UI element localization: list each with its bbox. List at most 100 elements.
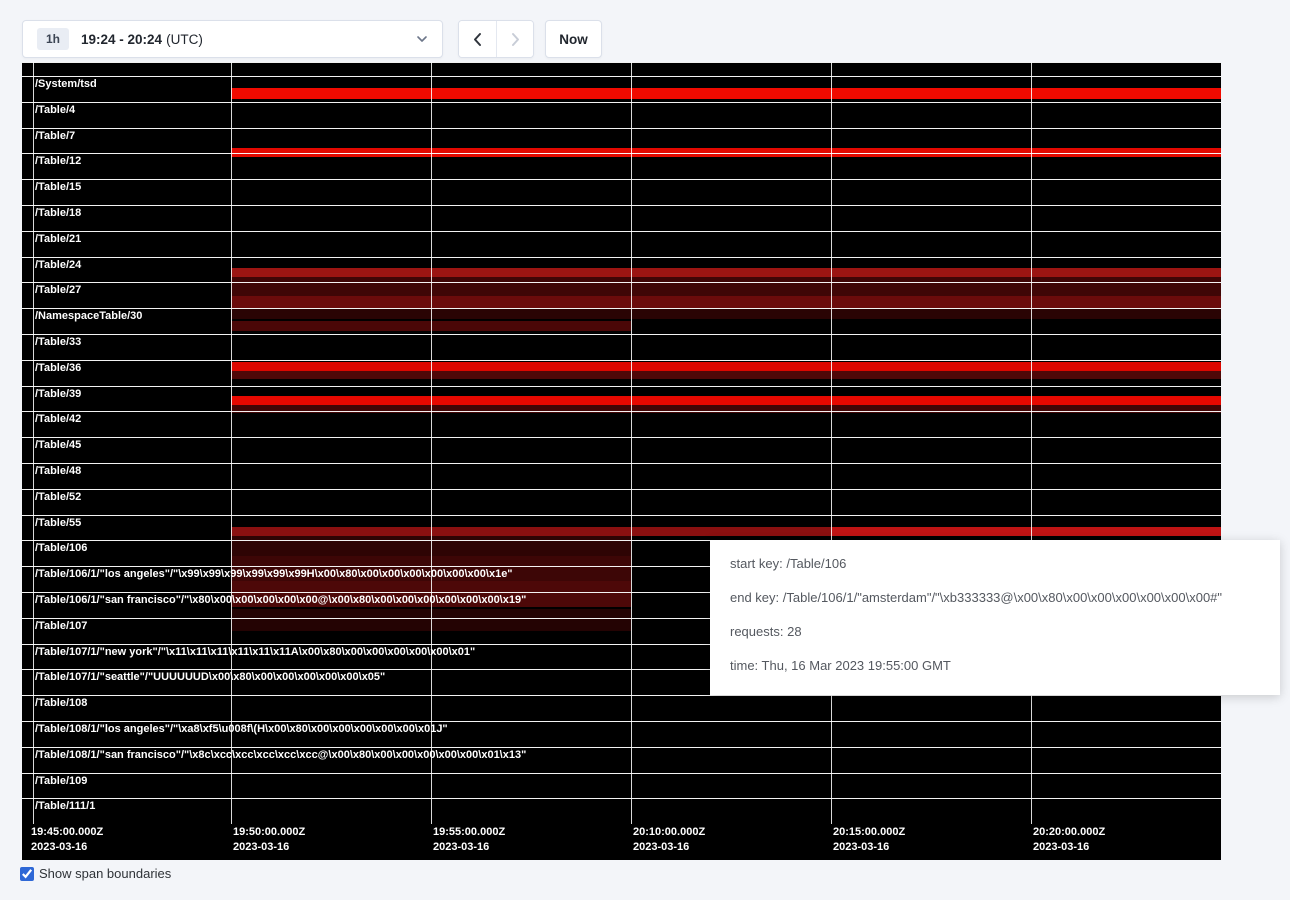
- span-boundary-line: [22, 747, 1221, 748]
- span-label: /Table/107: [35, 621, 87, 632]
- span-boundaries-label[interactable]: Show span boundaries: [39, 866, 171, 881]
- span-label: /Table/39: [35, 389, 81, 400]
- span-label: /Table/12: [35, 156, 81, 167]
- span-label: /Table/4: [35, 105, 75, 116]
- tooltip-start-key: start key: /Table/106: [730, 554, 1260, 574]
- range-utc-text: (UTC): [166, 32, 203, 47]
- span-boundary-line: [22, 386, 1221, 387]
- x-axis-date: 2023-03-16: [233, 840, 305, 855]
- next-button[interactable]: [496, 21, 533, 57]
- x-axis-time: 19:45:00.000Z: [31, 825, 103, 840]
- span-boundaries-checkbox[interactable]: [20, 867, 34, 881]
- chevron-left-icon: [473, 32, 482, 47]
- prev-button[interactable]: [459, 21, 496, 57]
- span-label: /Table/24: [35, 260, 81, 271]
- x-axis-date: 2023-03-16: [433, 840, 505, 855]
- span-label: /Table/18: [35, 208, 81, 219]
- now-button[interactable]: Now: [545, 20, 602, 58]
- tooltip-end-key: end key: /Table/106/1/"amsterdam"/"\xb33…: [730, 588, 1260, 608]
- span-boundary-line: [22, 62, 1221, 63]
- span-boundary-line: [22, 334, 1221, 335]
- span-boundary-line: [22, 308, 1221, 309]
- span-boundary-line: [22, 695, 1221, 696]
- footer: Show span boundaries: [20, 866, 171, 881]
- toolbar: 1h 19:24 - 20:24 (UTC) Now: [0, 0, 1290, 62]
- x-axis-time: 19:50:00.000Z: [233, 825, 305, 840]
- heat-band[interactable]: [231, 396, 1221, 405]
- heat-band[interactable]: [231, 308, 1221, 319]
- span-label: /NamespaceTable/30: [35, 311, 142, 322]
- x-axis-time: 20:10:00.000Z: [633, 825, 705, 840]
- x-axis-time: 20:20:00.000Z: [1033, 825, 1105, 840]
- heat-band[interactable]: [231, 527, 831, 536]
- heat-band[interactable]: [831, 527, 1221, 536]
- x-axis-label: 19:45:00.000Z2023-03-16: [31, 825, 103, 855]
- heat-band[interactable]: [231, 296, 1221, 308]
- span-label: /Table/106/1/"los angeles"/"\x99\x99\x99…: [35, 569, 513, 580]
- span-boundary-line: [22, 463, 1221, 464]
- bucket-tooltip: start key: /Table/106 end key: /Table/10…: [710, 540, 1280, 695]
- span-boundary-line: [22, 257, 1221, 258]
- span-boundary-line: [22, 205, 1221, 206]
- time-gridline: [831, 62, 832, 824]
- span-label: /System/tsd: [35, 79, 97, 90]
- span-label: /Table/108: [35, 698, 87, 709]
- span-label: /Table/21: [35, 234, 81, 245]
- span-boundary-line: [22, 128, 1221, 129]
- range-duration-badge: 1h: [37, 28, 69, 50]
- heat-band[interactable]: [231, 371, 1221, 379]
- span-label: /Table/45: [35, 440, 81, 451]
- range-label: 19:24 - 20:24 (UTC): [81, 32, 416, 47]
- x-axis-label: 20:15:00.000Z2023-03-16: [833, 825, 905, 855]
- heat-band[interactable]: [231, 277, 1221, 296]
- span-label: /Table/106: [35, 543, 87, 554]
- chevron-right-icon: [511, 32, 520, 47]
- span-label: /Table/42: [35, 414, 81, 425]
- time-range-select[interactable]: 1h 19:24 - 20:24 (UTC): [22, 20, 443, 58]
- span-label: /Table/111/1: [35, 801, 95, 812]
- chevron-down-icon: [416, 35, 428, 43]
- span-label: /Table/107/1/"seattle"/"UUUUUUD\x00\x80\…: [35, 672, 385, 683]
- heat-band[interactable]: [231, 268, 1221, 277]
- span-boundary-line: [22, 282, 1221, 283]
- span-label: /Table/109: [35, 776, 87, 787]
- heat-band[interactable]: [231, 362, 1221, 371]
- span-label: /Table/55: [35, 518, 81, 529]
- x-axis-label: 19:50:00.000Z2023-03-16: [233, 825, 305, 855]
- heat-band[interactable]: [231, 88, 1221, 99]
- span-boundary-line: [22, 411, 1221, 412]
- heatmap-canvas[interactable]: /System/tsd/Table/4/Table/7/Table/12/Tab…: [22, 62, 1221, 860]
- span-label: /Table/36: [35, 363, 81, 374]
- span-label: /Table/27: [35, 285, 81, 296]
- span-boundary-line: [22, 179, 1221, 180]
- span-label: /Table/107/1/"new york"/"\x11\x11\x11\x1…: [35, 647, 475, 658]
- time-gridline: [33, 62, 34, 824]
- tooltip-time: time: Thu, 16 Mar 2023 19:55:00 GMT: [730, 656, 1260, 676]
- tooltip-requests: requests: 28: [730, 622, 1260, 642]
- span-boundary-line: [22, 773, 1221, 774]
- x-axis-label: 19:55:00.000Z2023-03-16: [433, 825, 505, 855]
- span-boundary-line: [22, 231, 1221, 232]
- x-axis-label: 20:20:00.000Z2023-03-16: [1033, 825, 1105, 855]
- time-gridline: [631, 62, 632, 824]
- span-label: /Table/48: [35, 466, 81, 477]
- span-label: /Table/108/1/"san francisco"/"\x8c\xcc\x…: [35, 750, 526, 761]
- span-boundary-line: [22, 721, 1221, 722]
- span-label: /Table/7: [35, 131, 75, 142]
- x-axis-label: 20:10:00.000Z2023-03-16: [633, 825, 705, 855]
- x-axis-time: 19:55:00.000Z: [433, 825, 505, 840]
- span-boundary-line: [22, 798, 1221, 799]
- time-nav-group: [458, 20, 534, 58]
- x-axis-time: 20:15:00.000Z: [833, 825, 905, 840]
- x-axis-date: 2023-03-16: [833, 840, 905, 855]
- x-axis-date: 2023-03-16: [31, 840, 103, 855]
- span-boundary-line: [22, 153, 1221, 154]
- span-boundary-line: [22, 437, 1221, 438]
- span-label: /Table/33: [35, 337, 81, 348]
- time-gridline: [431, 62, 432, 824]
- time-gridline: [1031, 62, 1032, 824]
- span-boundary-line: [22, 515, 1221, 516]
- span-boundary-line: [22, 102, 1221, 103]
- range-time-text: 19:24 - 20:24: [81, 32, 162, 47]
- span-boundary-line: [22, 360, 1221, 361]
